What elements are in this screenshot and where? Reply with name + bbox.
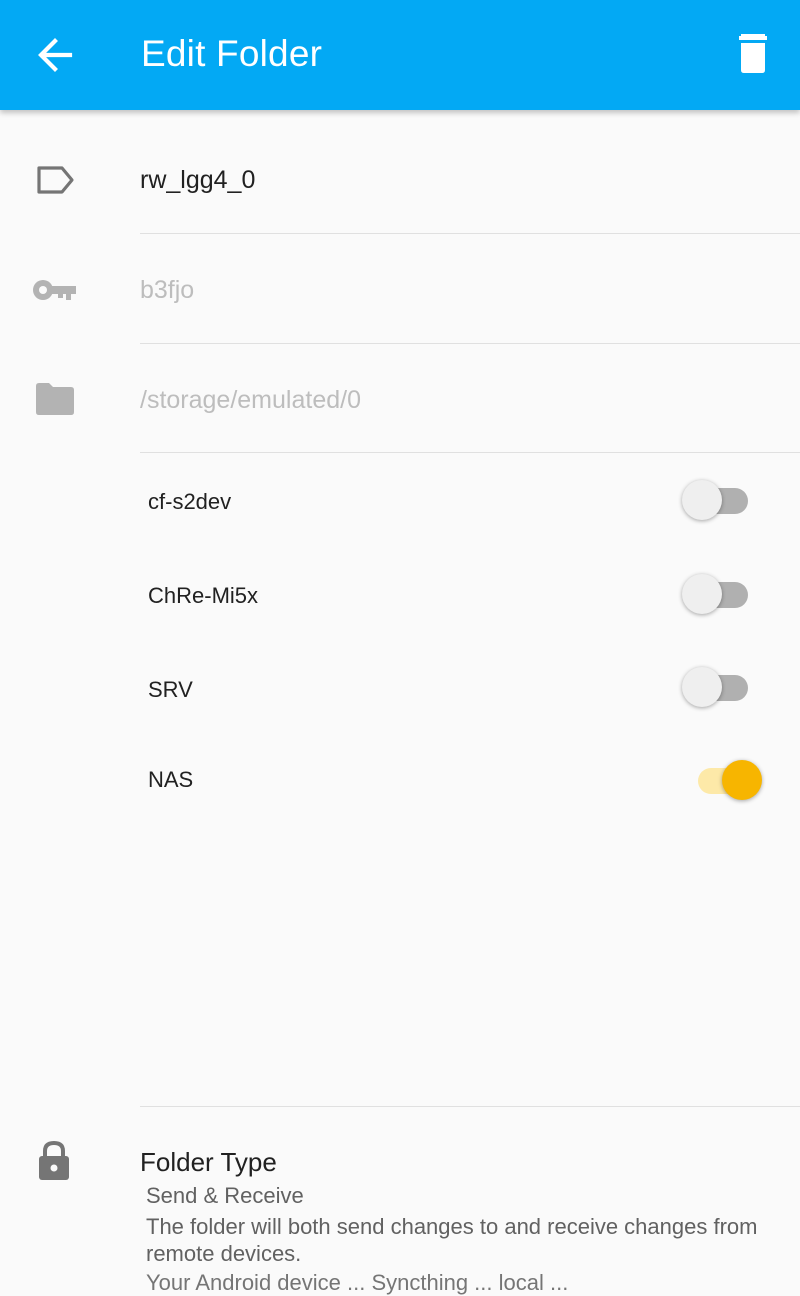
device-name: SRV [148,677,193,702]
device-toggle[interactable] [682,477,752,523]
switch-thumb [682,667,722,707]
folder-type-value: Send & Receive [146,1183,304,1208]
folder-path-input[interactable]: /storage/emulated/0 [140,386,361,415]
device-toggle[interactable] [682,664,752,710]
delete-button[interactable] [725,30,781,80]
divider [140,452,800,453]
device-name: cf-s2dev [148,489,232,514]
key-icon [33,280,76,300]
folder-id-input[interactable]: b3fjo [140,276,194,305]
folder-icon [36,383,74,415]
folder-type-clipped-text: Your Android device ... Syncthing ... lo… [146,1270,569,1295]
device-toggle[interactable] [684,757,762,803]
device-toggle[interactable] [682,571,752,617]
divider [140,233,800,234]
folder-label-input[interactable]: rw_lgg4_0 [140,166,255,195]
page-title: Edit Folder [141,33,323,74]
back-button[interactable] [28,28,82,82]
trash-icon [739,34,767,73]
switch-thumb [682,574,722,614]
switch-thumb [682,480,722,520]
arrow-left-icon [38,38,73,72]
folder-type-title: Folder Type [140,1147,277,1177]
switch-thumb [722,760,762,800]
divider [140,1106,800,1107]
label-tag-icon [37,166,74,194]
device-name: ChRe-Mi5x [148,583,259,608]
device-name: NAS [148,767,194,792]
folder-type-description: The folder will both send changes to and… [146,1214,758,1266]
lock-icon [39,1140,69,1180]
divider [140,343,800,344]
app-bar: Edit Folder [0,0,800,110]
